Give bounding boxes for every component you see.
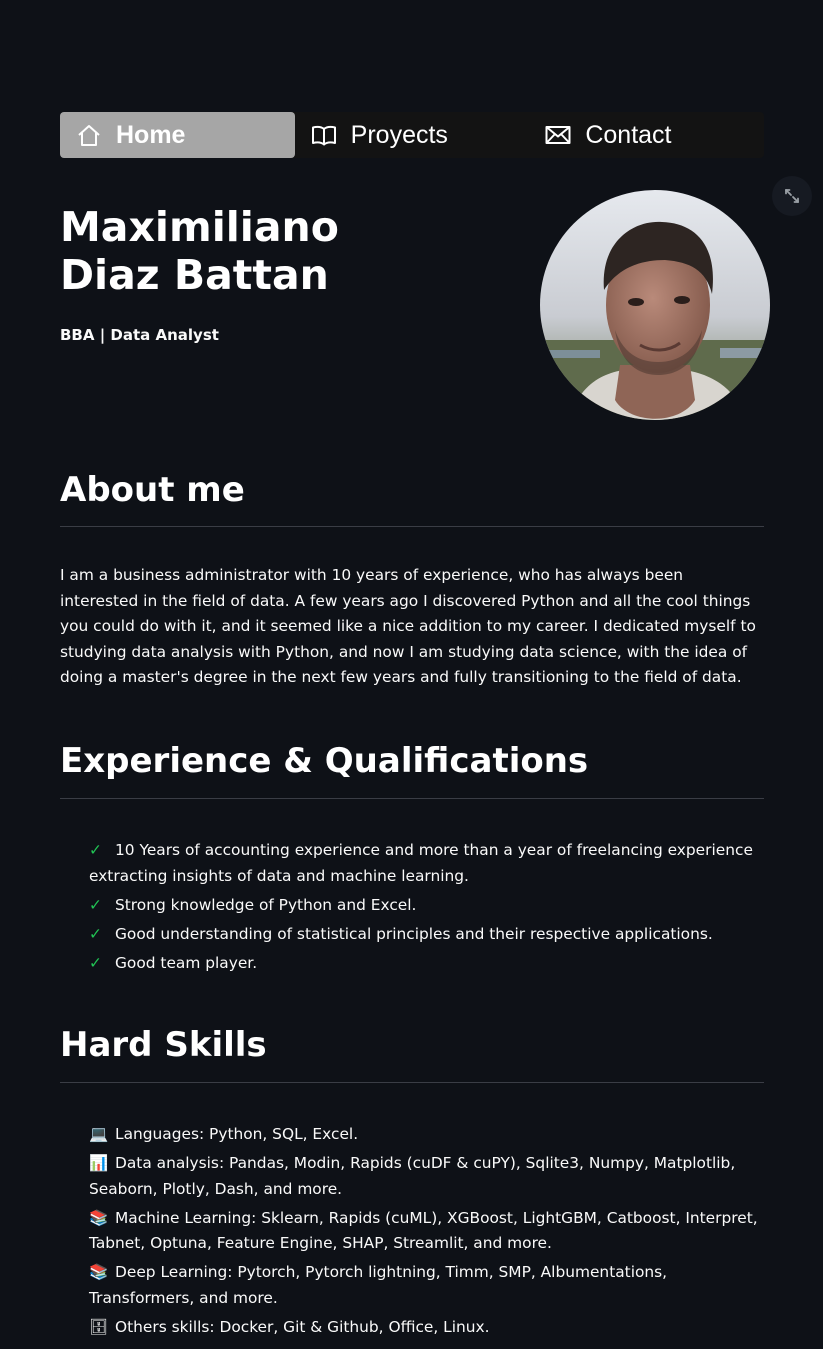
list-item: 📚 Deep Learning: Pytorch, Pytorch lightni… xyxy=(89,1260,764,1311)
about-heading: About me xyxy=(60,470,245,510)
skills-heading: Hard Skills xyxy=(60,1025,267,1065)
nav-home-label: Home xyxy=(116,120,186,149)
experience-text: Strong knowledge of Python and Excel. xyxy=(115,895,417,914)
bar-chart-icon: 📊 xyxy=(89,1154,109,1172)
page-title: Maximiliano Diaz Battan xyxy=(60,203,339,299)
list-item: ✓ Good understanding of statistical princ… xyxy=(89,922,764,948)
about-divider xyxy=(60,526,764,527)
skill-text: Data analysis: Pandas, Modin, Rapids (cu… xyxy=(89,1154,736,1198)
about-text: I am a business administrator with 10 ye… xyxy=(60,566,756,686)
books-icon: 📚 xyxy=(89,1263,109,1281)
house-icon xyxy=(78,125,100,146)
file-cabinet-icon: 🗄 xyxy=(89,1317,109,1336)
nav-contact-label: Contact xyxy=(585,120,672,149)
list-item: 🗄 Others skills: Docker, Git & Github, Of… xyxy=(89,1315,764,1341)
fullscreen-button[interactable] xyxy=(772,176,812,216)
skill-text: Machine Learning: Sklearn, Rapids (cuML)… xyxy=(89,1208,758,1253)
skill-text: Languages: Python, SQL, Excel. xyxy=(115,1125,359,1143)
check-icon: ✓ xyxy=(89,841,102,859)
nav-contact-button[interactable]: Contact xyxy=(529,112,764,158)
nav-proyects-button[interactable]: Proyects xyxy=(295,112,530,158)
list-item: ✓ 10 Years of accounting experience and m… xyxy=(89,838,764,889)
name-line-2: Diaz Battan xyxy=(60,251,329,299)
check-icon: ✓ xyxy=(89,953,102,972)
laptop-icon: 💻 xyxy=(89,1125,109,1143)
experience-divider xyxy=(60,798,764,799)
experience-text: Good understanding of statistical princi… xyxy=(115,924,713,943)
expand-icon xyxy=(785,189,799,203)
list-item: ✓ Strong knowledge of Python and Excel. xyxy=(89,893,764,919)
nav-home-button[interactable]: Home xyxy=(60,112,295,158)
experience-text: 10 Years of accounting experience and mo… xyxy=(89,841,753,885)
book-icon xyxy=(311,125,336,146)
experience-heading: Experience & Qualifications xyxy=(60,741,589,781)
job-subtitle: BBA | Data Analyst xyxy=(60,326,219,344)
skills-list: 💻 Languages: Python, SQL, Excel. 📊 Data an… xyxy=(89,1122,764,1344)
skills-divider xyxy=(60,1082,764,1083)
name-line-1: Maximiliano xyxy=(60,203,339,251)
list-item: 📊 Data analysis: Pandas, Modin, Rapids (c… xyxy=(89,1151,764,1202)
skill-text: Deep Learning: Pytorch, Pytorch lightnin… xyxy=(89,1263,668,1307)
envelope-icon xyxy=(545,126,571,144)
skill-text: Others skills: Docker, Git & Github, Off… xyxy=(115,1317,490,1336)
top-navigation: Home Proyects Contact xyxy=(60,112,764,158)
list-item: 💻 Languages: Python, SQL, Excel. xyxy=(89,1122,764,1148)
check-icon: ✓ xyxy=(89,924,102,943)
experience-list: ✓ 10 Years of accounting experience and m… xyxy=(89,838,764,980)
check-icon: ✓ xyxy=(89,895,102,914)
experience-text: Good team player. xyxy=(115,953,258,972)
nav-proyects-label: Proyects xyxy=(350,120,448,149)
books-icon: 📚 xyxy=(89,1208,109,1227)
list-item: 📚 Machine Learning: Sklearn, Rapids (cuML… xyxy=(89,1206,764,1257)
profile-photo xyxy=(540,190,770,420)
list-item: ✓ Good team player. xyxy=(89,951,764,977)
